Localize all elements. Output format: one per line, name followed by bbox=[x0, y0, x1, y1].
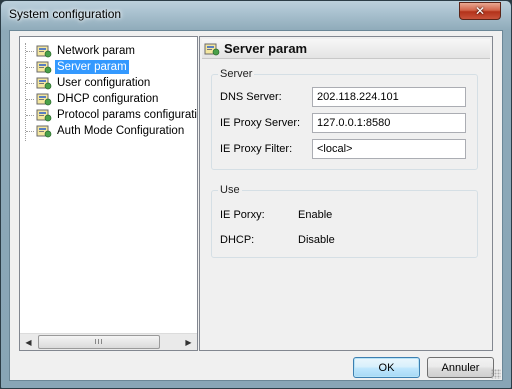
dhcp-use-row: DHCP: Disable bbox=[220, 230, 335, 250]
dialog-client-area: Network param Server param User configur… bbox=[9, 30, 503, 381]
tree-item-auth-mode[interactable]: Auth Mode Configuration bbox=[20, 123, 186, 139]
dhcp-use-label: DHCP: bbox=[220, 234, 255, 246]
ok-button[interactable]: OK bbox=[353, 357, 420, 378]
dhcp-use-value: Disable bbox=[298, 234, 335, 246]
scrollbar-thumb[interactable]: III bbox=[38, 335, 160, 349]
group-label: Server bbox=[218, 68, 255, 80]
dns-server-input[interactable] bbox=[312, 87, 466, 107]
title-bar[interactable]: System configuration ✕ bbox=[1, 1, 511, 29]
server-param-panel: Server param Server DNS Server: IE Proxy… bbox=[199, 36, 493, 351]
scroll-right-arrow-icon[interactable]: ▶ bbox=[180, 334, 197, 350]
tree-item-label: Protocol params configuration bbox=[57, 109, 197, 121]
use-group: Use IE Porxy: Enable DHCP: Disable bbox=[211, 184, 478, 258]
config-node-icon bbox=[36, 60, 52, 74]
group-label: Use bbox=[218, 184, 242, 196]
ie-proxy-filter-row: IE Proxy Filter: bbox=[220, 139, 466, 159]
tree-item-dhcp-configuration[interactable]: DHCP configuration bbox=[20, 91, 160, 107]
close-button[interactable]: ✕ bbox=[459, 2, 501, 20]
window-title: System configuration bbox=[9, 7, 122, 21]
tree-item-label: Server param bbox=[55, 60, 129, 74]
tree-item-label: DHCP configuration bbox=[57, 93, 159, 105]
ie-proxy-use-value: Enable bbox=[298, 209, 333, 221]
resize-grip-icon[interactable] bbox=[491, 369, 501, 379]
config-node-icon bbox=[36, 108, 52, 122]
system-configuration-window: System configuration ✕ Network param Ser… bbox=[0, 0, 512, 389]
config-node-icon bbox=[36, 92, 52, 106]
panel-header: Server param bbox=[202, 39, 490, 59]
ie-proxy-use-row: IE Porxy: Enable bbox=[220, 205, 332, 225]
tree-item-label: User configuration bbox=[57, 77, 151, 89]
ie-proxy-server-row: IE Proxy Server: bbox=[220, 113, 466, 133]
tree-item-label: Auth Mode Configuration bbox=[57, 125, 185, 137]
ie-proxy-filter-input[interactable] bbox=[312, 139, 466, 159]
config-node-icon bbox=[36, 124, 52, 138]
dns-server-label: DNS Server: bbox=[220, 91, 282, 103]
panel-title: Server param bbox=[224, 41, 308, 56]
config-tree[interactable]: Network param Server param User configur… bbox=[19, 36, 198, 351]
server-group: Server DNS Server: IE Proxy Server: IE P… bbox=[211, 68, 478, 170]
tree-item-network-param[interactable]: Network param bbox=[20, 43, 137, 59]
tree-item-label: Network param bbox=[57, 45, 135, 57]
config-node-icon bbox=[36, 44, 52, 58]
ie-proxy-server-label: IE Proxy Server: bbox=[220, 117, 301, 129]
tree-item-protocol-params[interactable]: Protocol params configuration bbox=[20, 107, 197, 123]
dns-server-row: DNS Server: bbox=[220, 87, 466, 107]
tree-item-user-configuration[interactable]: User configuration bbox=[20, 75, 152, 91]
scroll-left-arrow-icon[interactable]: ◀ bbox=[20, 334, 37, 350]
ie-proxy-filter-label: IE Proxy Filter: bbox=[220, 143, 293, 155]
close-icon: ✕ bbox=[474, 4, 486, 18]
config-node-icon bbox=[204, 42, 220, 56]
ie-proxy-server-input[interactable] bbox=[312, 113, 466, 133]
tree-horizontal-scrollbar[interactable]: ◀ III ▶ bbox=[20, 333, 197, 350]
cancel-button[interactable]: Annuler bbox=[427, 357, 494, 378]
scrollbar-grip: III bbox=[94, 338, 104, 346]
tree-content: Network param Server param User configur… bbox=[20, 37, 197, 333]
tree-item-server-param[interactable]: Server param bbox=[20, 59, 129, 75]
config-node-icon bbox=[36, 76, 52, 90]
ie-proxy-use-label: IE Porxy: bbox=[220, 209, 265, 221]
